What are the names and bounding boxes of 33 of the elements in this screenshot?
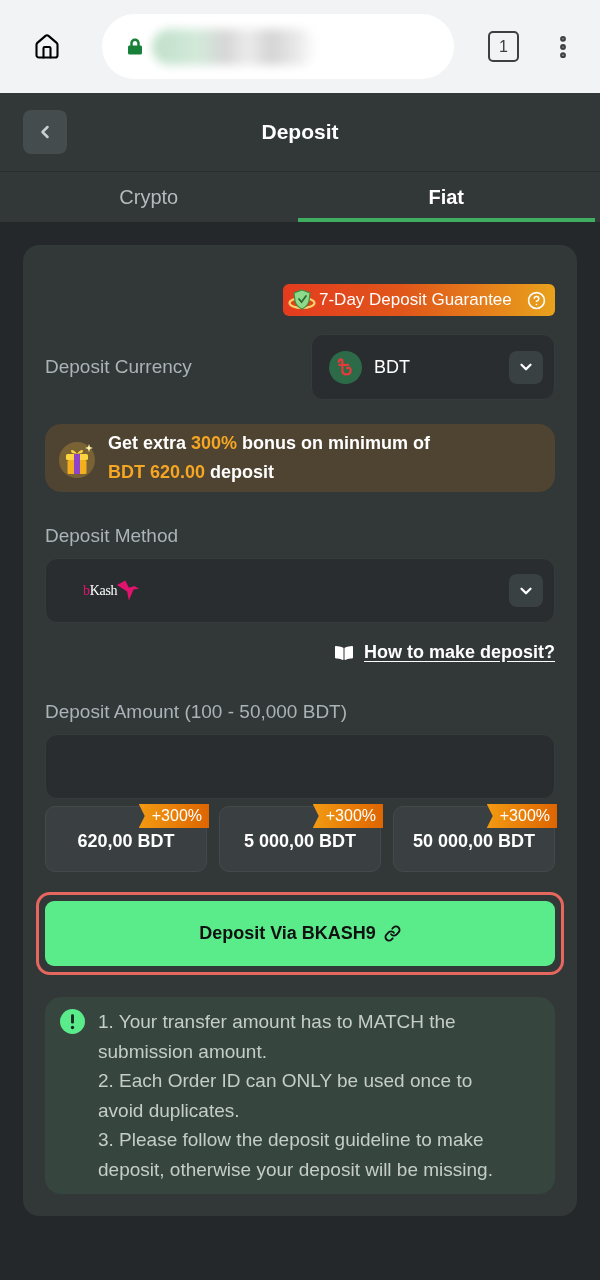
notice-text: 1. Your transfer amount has to MATCH the submission amount. <box>98 1010 457 1064</box>
page-title: Deposit <box>260 119 340 146</box>
guide-link[interactable]: How to make deposit? <box>363 639 555 666</box>
currency-select[interactable]: BDT <box>311 334 555 400</box>
bonus-tag: +300% <box>312 804 383 828</box>
guarantee-badge[interactable]: 7-Day Deposit Guarantee <box>283 284 555 316</box>
link-icon <box>383 925 401 942</box>
chevron-down-icon <box>509 350 543 384</box>
notice-text: 2. Each Order ID can ONLY be used once to avoid duplicates. <box>98 1069 474 1123</box>
tab[interactable]: Fiat <box>297 172 595 222</box>
method-select[interactable]: bKash <box>45 558 555 623</box>
chevron-down-icon <box>509 574 543 607</box>
taka-coin-icon <box>329 350 362 384</box>
bonus-tag: +300% <box>486 804 557 828</box>
tab[interactable]: Crypto <box>0 172 298 222</box>
currency-label: Deposit Currency <box>45 354 192 379</box>
amount-label: Deposit Amount (100 - 50,000 BDT) <box>45 701 349 723</box>
alert-icon <box>60 1009 85 1034</box>
help-icon <box>527 290 546 310</box>
bonus-tag: +300% <box>138 804 209 828</box>
back-button[interactable] <box>23 110 67 154</box>
bird-icon <box>117 580 140 601</box>
method-label: Deposit Method <box>45 525 180 547</box>
amount-option[interactable]: 50 000,00 BDT +300% <box>393 806 555 872</box>
deposit-button[interactable]: Deposit Via BKASH9 <box>45 901 555 966</box>
bonus-text: Get extra 300% bonus on minimum of BDT 620.00 deposit <box>108 432 432 484</box>
amount-option[interactable]: 620,00 BDT +300% <box>45 806 207 872</box>
book-icon <box>334 644 353 661</box>
amount-option[interactable]: 5 000,00 BDT +300% <box>219 806 381 872</box>
tab-count-button[interactable]: 1 <box>488 31 519 62</box>
notice-text: 3. Please follow the deposit guideline to make deposit, otherwise your deposit will be missing. <box>98 1128 494 1182</box>
lock-icon <box>128 38 142 55</box>
home-icon[interactable] <box>33 32 61 61</box>
